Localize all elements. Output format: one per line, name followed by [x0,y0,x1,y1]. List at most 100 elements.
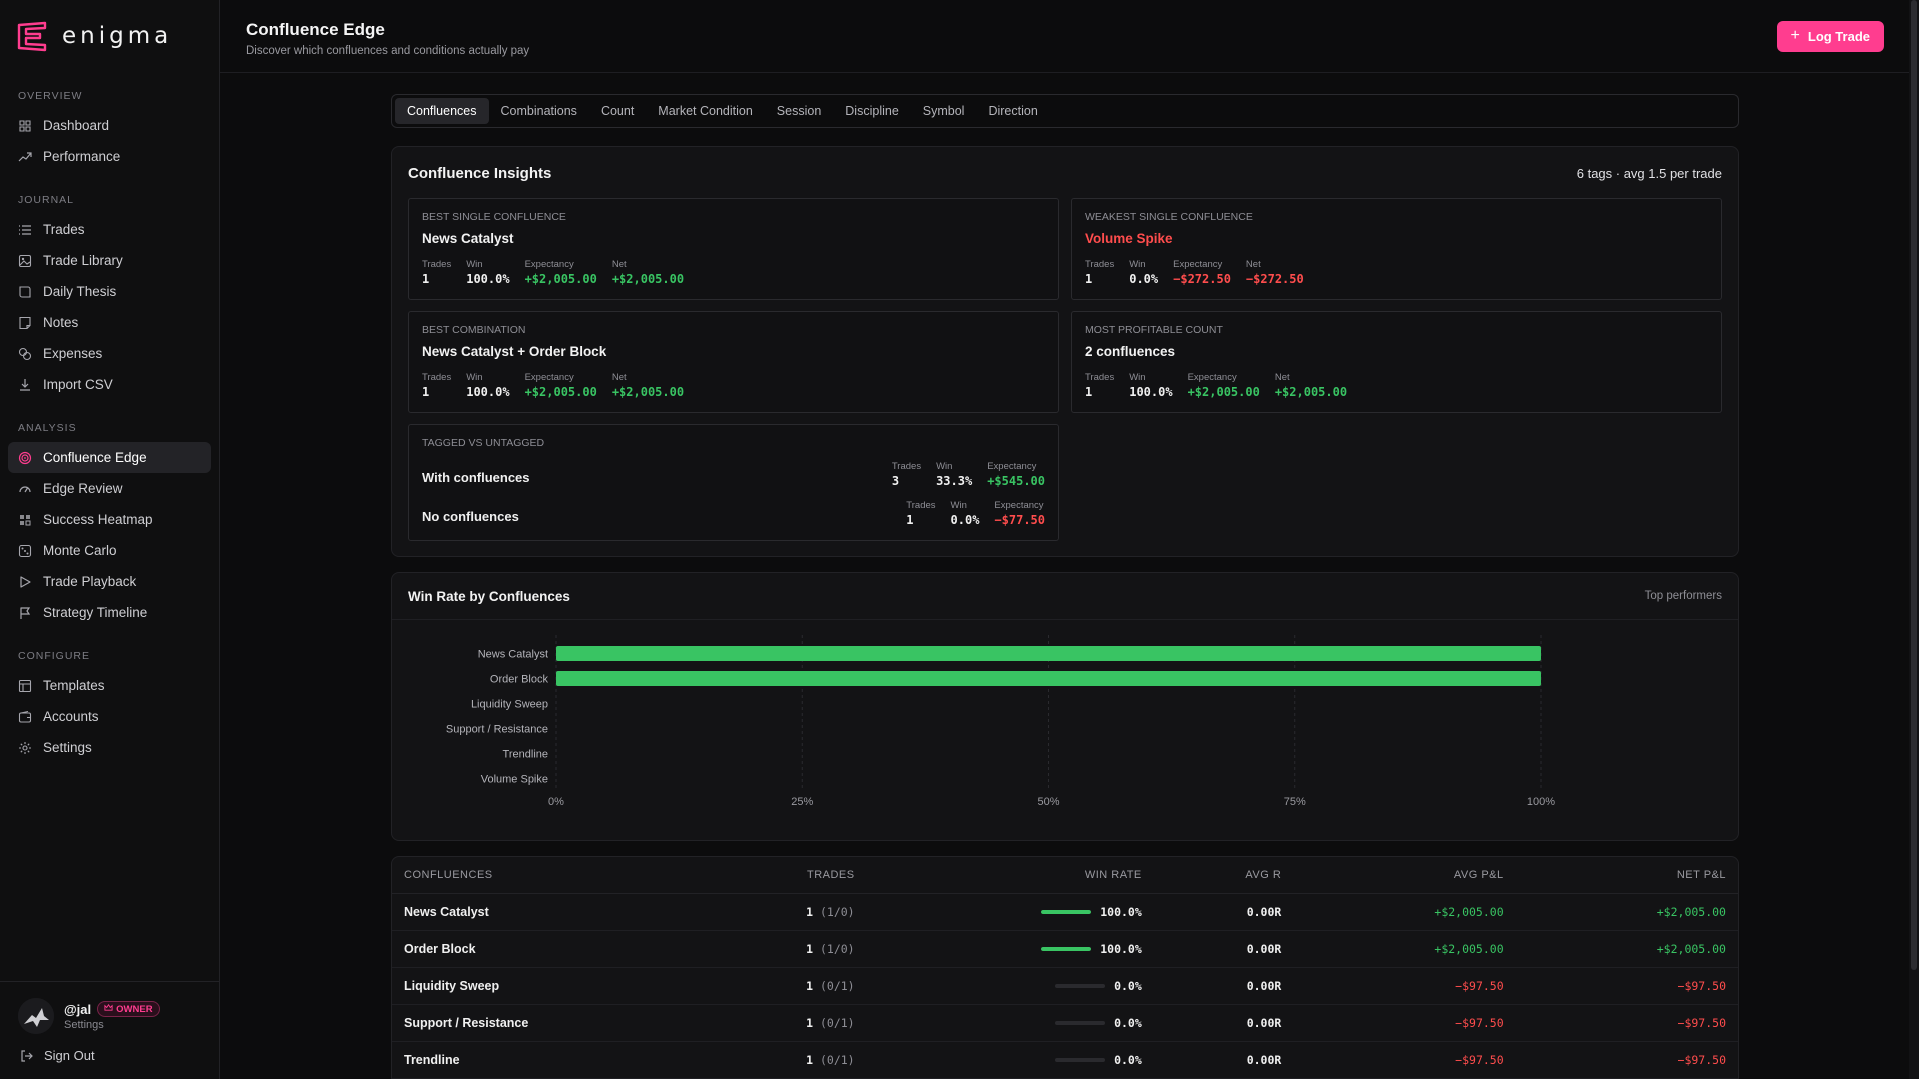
sidebar-item-strategy-timeline[interactable]: Strategy Timeline [8,597,211,628]
sidebar-item-accounts[interactable]: Accounts [8,701,211,732]
stat-value: 1 [906,513,914,527]
page-subtitle: Discover which confluences and condition… [246,44,530,57]
chart-bar[interactable] [556,671,1541,686]
coins-icon [18,347,32,361]
stat-value: 1 [422,385,430,399]
sidebar-item-success-heatmap[interactable]: Success Heatmap [8,504,211,535]
table-header-row: CONFLUENCES TRADES WIN RATE AVG R AVG P&… [392,857,1738,894]
tvu-with-name: With confluences [422,470,530,485]
card-label: BEST SINGLE CONFLUENCE [422,211,566,223]
stat-label: Trades [906,500,936,511]
card-label: MOST PROFITABLE COUNT [1085,324,1223,336]
sidebar-item-trades[interactable]: Trades [8,214,211,245]
username: @jal [64,1001,92,1017]
sidebar-item-notes[interactable]: Notes [8,307,211,338]
cell-avg-pnl: +$2,005.00 [1282,930,1505,968]
sidebar-item-edge-review[interactable]: Edge Review [8,473,211,504]
stat-value: +$2,005.00 [1187,385,1260,399]
cell-trades: 1 (0/1) [704,1004,856,1042]
col-header-avg-r[interactable]: AVG R [1142,857,1283,894]
y-category-label: Order Block [490,674,549,686]
sidebar-item-settings[interactable]: Settings [8,732,211,763]
cell-trades: 1 (0/1) [704,967,856,1005]
stat-value: +$2,005.00 [524,385,597,399]
tab-direction[interactable]: Direction [976,98,1049,124]
log-trade-button[interactable]: + Log Trade [1776,20,1884,52]
sidebar-item-dashboard[interactable]: Dashboard [8,110,211,141]
cell-net-pnl: +$2,005.00 [1504,930,1738,968]
sidebar-item-monte-carlo[interactable]: Monte Carlo [8,535,211,566]
x-tick-label: 75% [1284,796,1306,808]
col-header-trades[interactable]: TRADES [704,857,856,894]
cell-net-pnl: −$97.50 [1504,1004,1738,1042]
col-header-confluences[interactable]: CONFLUENCES [392,857,705,894]
plus-icon: + [1790,27,1800,44]
tab-discipline[interactable]: Discipline [833,98,911,124]
list-icon [18,223,32,237]
table-row[interactable]: Support / Resistance 1 (0/1) 0.0% 0.00R −$97… [392,1004,1738,1042]
card-label: WEAKEST SINGLE CONFLUENCE [1085,211,1253,223]
cell-avg-r: 0.00R [1142,893,1283,931]
sidebar-item-label: Settings [43,740,92,755]
col-header-win-rate[interactable]: WIN RATE [855,857,1143,894]
y-category-label: Support / Resistance [446,724,548,736]
chart-bar[interactable] [556,646,1541,661]
table-row[interactable]: News Catalyst 1 (1/0) 100.0% 0.00R +$2,005.0… [392,893,1738,931]
confluence-insights-panel: Confluence Insights 6 tags · avg 1.5 per… [391,146,1739,557]
sidebar-item-label: Trade Library [43,253,123,268]
target-icon [18,451,32,465]
sign-out-button[interactable]: Sign Out [0,1048,219,1079]
chart-title: Win Rate by Confluences [408,588,570,604]
tab-session[interactable]: Session [765,98,833,124]
x-tick-label: 25% [791,796,813,808]
stat-label: Trades [891,461,922,472]
sidebar-item-label: Confluence Edge [43,450,147,465]
sign-out-label: Sign Out [44,1048,95,1063]
tab-confluences[interactable]: Confluences [395,98,489,124]
tagged-vs-untagged-card: TAGGED VS UNTAGGED With confluences Trad… [408,424,1059,541]
table-row[interactable]: Trendline 1 (0/1) 0.0% 0.00R −$97.50 −$97.50 [392,1041,1738,1079]
win-rate-bar [1055,1058,1106,1062]
sidebar-item-confluence-edge[interactable]: Confluence Edge [8,442,211,473]
page-scrollbar[interactable] [1909,0,1919,1079]
gauge-icon [18,482,32,496]
user-avatar-icon [18,998,54,1034]
scrollbar-thumb[interactable] [1911,0,1917,970]
stat-label: Expectancy [994,500,1044,511]
weakest-single-confluence-card: WEAKEST SINGLE CONFLUENCE Volume Spike Tra… [1071,198,1722,300]
win-rate-chart-panel: Win Rate by Confluences Top performers 0… [391,572,1739,841]
stat-label: Expectancy [524,259,574,270]
stat-value: +$2,005.00 [611,385,685,399]
sidebar-item-trade-playback[interactable]: Trade Playback [8,566,211,597]
tab-combinations[interactable]: Combinations [489,98,589,124]
user-profile[interactable]: @jal OWNER Settings [0,982,219,1048]
sidebar-item-templates[interactable]: Templates [8,670,211,701]
col-header-avg-pnl[interactable]: AVG P&L [1282,857,1505,894]
table-row[interactable]: Liquidity Sweep 1 (0/1) 0.0% 0.00R −$97.50 −$… [392,967,1738,1005]
cell-avg-r: 0.00R [1142,930,1283,968]
cell-win-rate: 0.0% [855,1004,1143,1042]
cell-avg-r: 0.00R [1142,967,1283,1005]
sidebar-item-expenses[interactable]: Expenses [8,338,211,369]
tab-count[interactable]: Count [589,98,646,124]
tab-symbol[interactable]: Symbol [911,98,977,124]
cell-confluence: Liquidity Sweep [392,967,705,1005]
brand-logo[interactable]: enigma [0,0,219,54]
sidebar-item-label: Templates [43,678,105,693]
sidebar-item-trade-library[interactable]: Trade Library [8,245,211,276]
main-content: Confluence Edge Discover which confluenc… [220,0,1919,1079]
best-single-confluence-card: BEST SINGLE CONFLUENCE News Catalyst Trade… [408,198,1059,300]
tab-market-condition[interactable]: Market Condition [646,98,765,124]
trend-icon [18,150,32,164]
stat-label: Win [466,259,483,270]
table-row[interactable]: Order Block 1 (1/0) 100.0% 0.00R +$2,005.00 +… [392,930,1738,968]
col-header-net-pnl[interactable]: NET P&L [1504,857,1738,894]
sidebar-item-performance[interactable]: Performance [8,141,211,172]
sidebar-item-daily-thesis[interactable]: Daily Thesis [8,276,211,307]
cell-confluence: Trendline [392,1041,705,1079]
dice-icon [18,544,32,558]
sidebar-item-import-csv[interactable]: Import CSV [8,369,211,400]
user-settings-link[interactable]: Settings [64,1019,160,1031]
wallet-icon [18,710,32,724]
stat-value: 1 [1085,385,1093,399]
